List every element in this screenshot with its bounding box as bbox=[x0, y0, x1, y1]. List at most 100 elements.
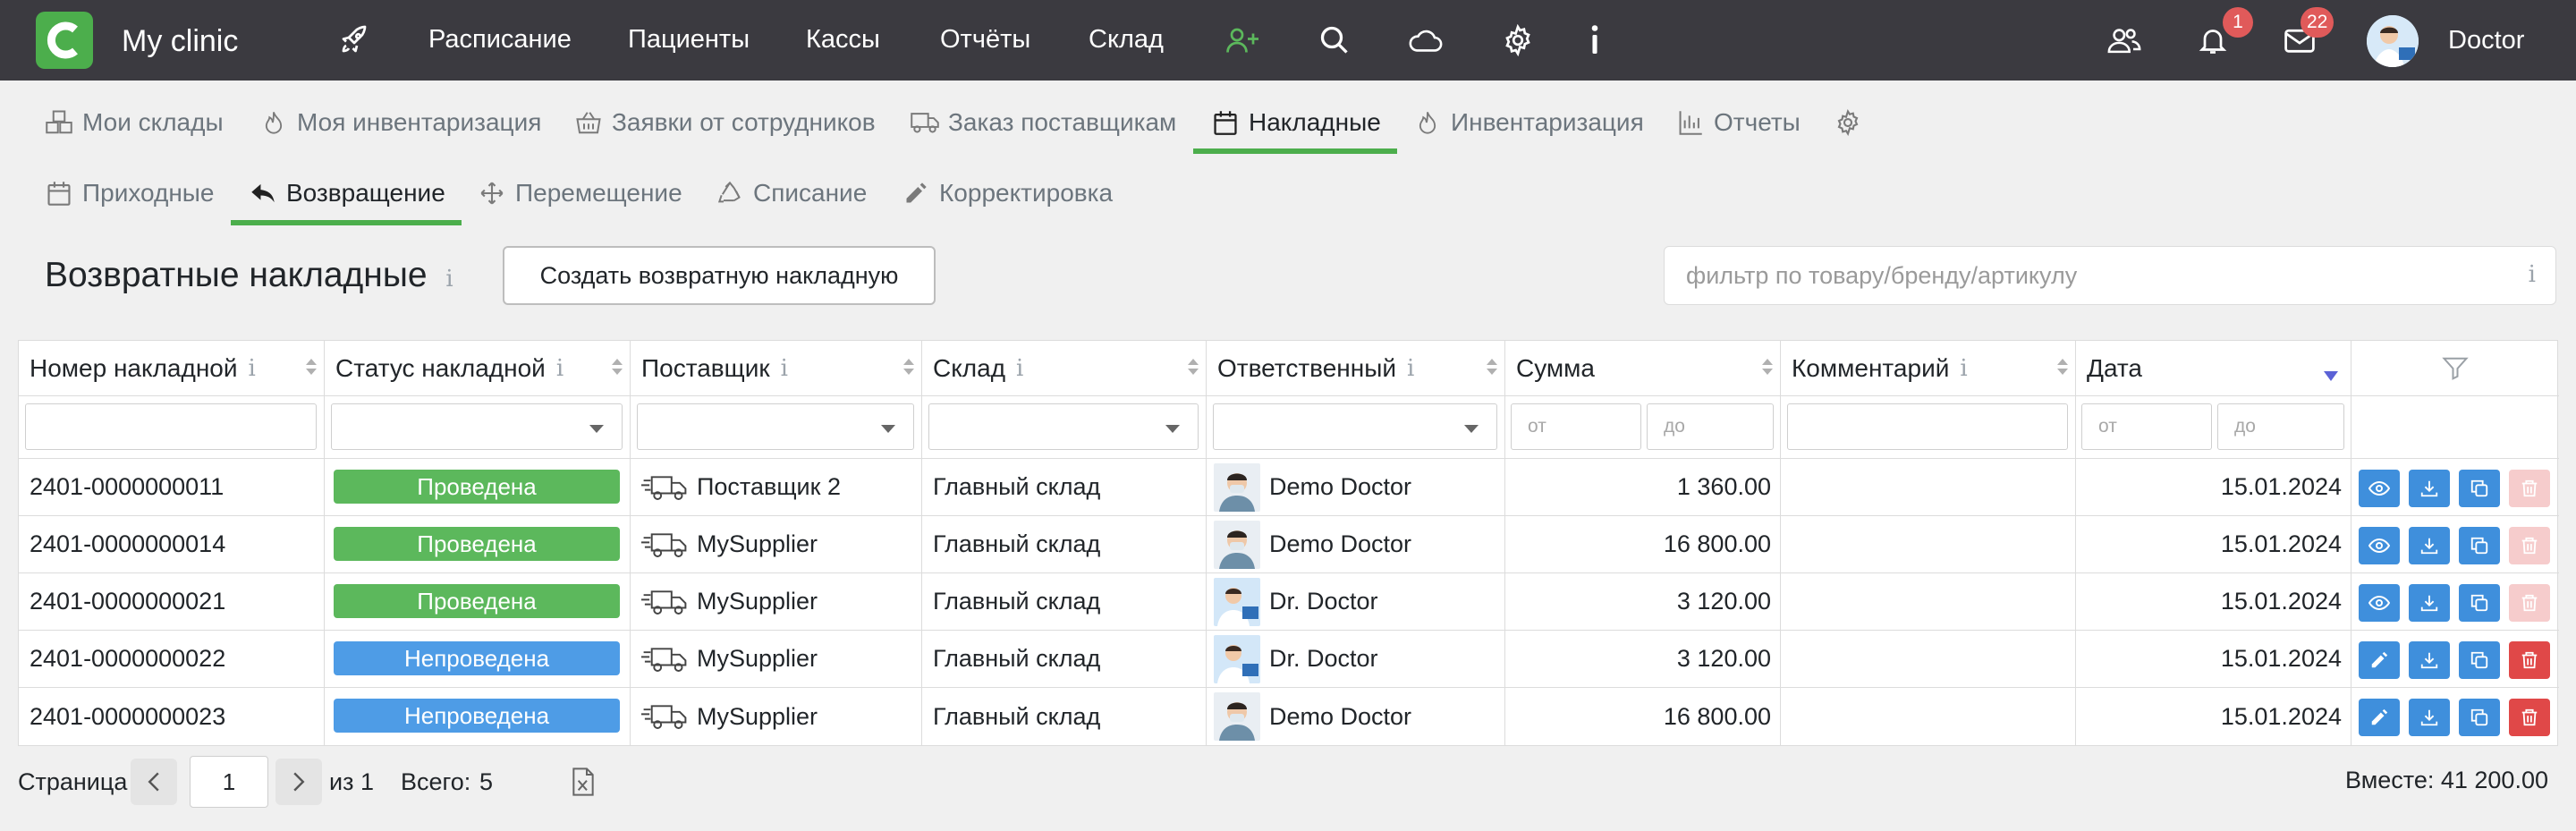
sort-icon[interactable] bbox=[903, 359, 914, 375]
cell-number[interactable]: 2401-0000000021 bbox=[19, 573, 325, 631]
app-title: My clinic bbox=[122, 24, 239, 58]
column-header-status[interactable]: Статус накладной i bbox=[325, 341, 631, 396]
download-button[interactable] bbox=[2409, 699, 2450, 736]
cell-comment bbox=[1781, 459, 2076, 516]
status-badge: Непроведена bbox=[334, 699, 620, 733]
rocket-icon[interactable] bbox=[336, 22, 372, 58]
copy-button[interactable] bbox=[2459, 527, 2500, 564]
subnav-settings[interactable] bbox=[1834, 100, 1862, 145]
column-info-icon[interactable]: i bbox=[1960, 355, 1967, 382]
column-header-supplier[interactable]: Поставщик i bbox=[631, 341, 922, 396]
tab-reports[interactable]: Отчеты bbox=[1676, 100, 1801, 145]
user-avatar[interactable] bbox=[2367, 15, 2419, 67]
product-filter-input[interactable] bbox=[1665, 247, 2496, 304]
column-header-date[interactable]: Дата bbox=[2076, 341, 2351, 396]
tab-inventory[interactable]: Инвентаризация bbox=[1413, 100, 1644, 145]
cell-number[interactable]: 2401-0000000022 bbox=[19, 631, 325, 688]
filter-status-select[interactable] bbox=[331, 403, 623, 450]
supplier-name: MySupplier bbox=[697, 645, 818, 672]
nav-patients[interactable]: Пациенты bbox=[628, 21, 750, 57]
fire-icon bbox=[1413, 108, 1442, 137]
number-value: 2401-0000000021 bbox=[30, 588, 226, 615]
tab-label: Мои склады bbox=[82, 108, 224, 136]
cell-date: 15.01.2024 bbox=[2076, 688, 2351, 745]
sort-icon[interactable] bbox=[1762, 359, 1773, 375]
tab-correction[interactable]: Корректировка bbox=[902, 171, 1113, 216]
sort-icon[interactable] bbox=[1188, 359, 1199, 375]
column-info-icon[interactable]: i bbox=[1016, 355, 1023, 382]
sort-icon[interactable] bbox=[612, 359, 623, 375]
column-header-number[interactable]: Номер накладной i bbox=[19, 341, 325, 396]
sort-icon[interactable] bbox=[1487, 359, 1497, 375]
nav-warehouse[interactable]: Склад bbox=[1089, 21, 1164, 57]
column-header-warehouse[interactable]: Склад i bbox=[922, 341, 1207, 396]
filter-sum-from[interactable] bbox=[1511, 403, 1641, 450]
filter-sum-to[interactable] bbox=[1647, 403, 1774, 450]
tab-return[interactable]: Возвращение bbox=[249, 171, 445, 216]
filter-icon[interactable] bbox=[2442, 355, 2469, 382]
gear-icon[interactable] bbox=[1500, 22, 1536, 58]
title-info-icon[interactable]: i bbox=[445, 266, 453, 293]
page-number-input[interactable] bbox=[190, 756, 268, 808]
copy-button[interactable] bbox=[2459, 470, 2500, 507]
filter-date-to[interactable] bbox=[2217, 403, 2344, 450]
view-button[interactable] bbox=[2359, 470, 2400, 507]
copy-button[interactable] bbox=[2459, 699, 2500, 736]
nav-schedule[interactable]: Расписание bbox=[428, 21, 572, 57]
download-icon bbox=[2420, 595, 2438, 612]
download-button[interactable] bbox=[2409, 470, 2450, 507]
download-button[interactable] bbox=[2409, 641, 2450, 679]
tab-invoices[interactable]: Накладные bbox=[1211, 100, 1381, 145]
view-button[interactable] bbox=[2359, 584, 2400, 622]
cell-number[interactable]: 2401-0000000023 bbox=[19, 688, 325, 745]
copy-button[interactable] bbox=[2459, 584, 2500, 622]
filter-responsible-select[interactable] bbox=[1213, 403, 1497, 450]
delete-button[interactable] bbox=[2509, 641, 2550, 679]
tab-employee-requests[interactable]: Заявки от сотрудников bbox=[574, 100, 876, 145]
tab-my-inventory[interactable]: Моя инвентаризация bbox=[259, 100, 541, 145]
nav-cash[interactable]: Кассы bbox=[806, 21, 880, 57]
export-excel-button[interactable] bbox=[560, 759, 606, 805]
search-icon[interactable] bbox=[1317, 22, 1352, 58]
tab-my-warehouses[interactable]: Мои склады bbox=[45, 100, 224, 145]
delete-button[interactable] bbox=[2509, 699, 2550, 736]
filter-warehouse-select[interactable] bbox=[928, 403, 1199, 450]
filter-info-icon[interactable]: i bbox=[2529, 261, 2536, 288]
column-info-icon[interactable]: i bbox=[249, 355, 256, 382]
column-info-icon[interactable]: i bbox=[556, 355, 564, 382]
sort-icon[interactable] bbox=[306, 359, 317, 375]
filter-number-input[interactable] bbox=[25, 403, 317, 450]
column-header-comment[interactable]: Комментарий i bbox=[1781, 341, 2076, 396]
filter-supplier-select[interactable] bbox=[637, 403, 914, 450]
view-button[interactable] bbox=[2359, 527, 2400, 564]
tab-write-off[interactable]: Списание bbox=[716, 171, 867, 216]
users-icon[interactable] bbox=[2106, 22, 2142, 58]
cell-number[interactable]: 2401-0000000014 bbox=[19, 516, 325, 573]
copy-button[interactable] bbox=[2459, 641, 2500, 679]
download-button[interactable] bbox=[2409, 584, 2450, 622]
column-info-icon[interactable]: i bbox=[1407, 355, 1414, 382]
cell-number[interactable]: 2401-0000000011 bbox=[19, 459, 325, 516]
app-logo[interactable] bbox=[36, 12, 93, 69]
tab-supplier-orders[interactable]: Заказ поставщикам bbox=[911, 100, 1176, 145]
add-user-icon[interactable] bbox=[1224, 22, 1260, 58]
prev-page-button[interactable] bbox=[131, 759, 177, 805]
filter-date-from[interactable] bbox=[2081, 403, 2212, 450]
column-info-icon[interactable]: i bbox=[781, 355, 788, 382]
create-return-invoice-button[interactable]: Создать возвратную накладную bbox=[503, 246, 936, 305]
info-icon[interactable] bbox=[1577, 22, 1613, 58]
tab-incoming[interactable]: Приходные bbox=[45, 171, 214, 216]
sort-desc-icon[interactable] bbox=[2324, 371, 2338, 381]
column-header-responsible[interactable]: Ответственный i bbox=[1207, 341, 1505, 396]
download-button[interactable] bbox=[2409, 527, 2450, 564]
cell-warehouse: Главный склад bbox=[922, 459, 1207, 516]
column-header-sum[interactable]: Сумма bbox=[1505, 341, 1781, 396]
tab-transfer[interactable]: Перемещение bbox=[478, 171, 682, 216]
sort-icon[interactable] bbox=[2057, 359, 2068, 375]
filter-comment-input[interactable] bbox=[1787, 403, 2068, 450]
next-page-button[interactable] bbox=[275, 759, 322, 805]
edit-button[interactable] bbox=[2359, 699, 2400, 736]
edit-button[interactable] bbox=[2359, 641, 2400, 679]
nav-reports[interactable]: Отчёты bbox=[940, 21, 1030, 57]
cloud-icon[interactable] bbox=[1408, 22, 1444, 58]
